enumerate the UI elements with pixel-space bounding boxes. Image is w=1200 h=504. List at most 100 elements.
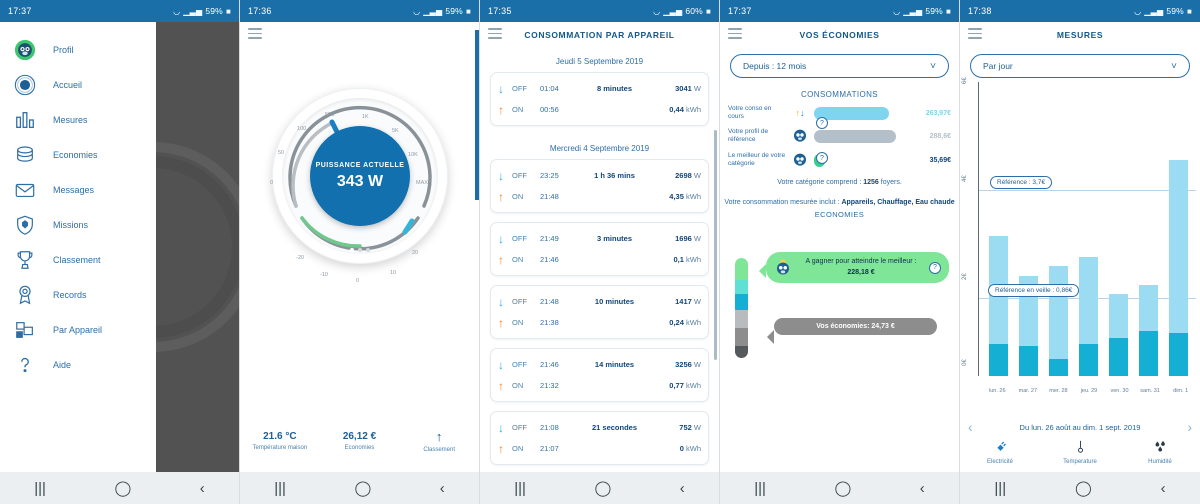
menu-icon[interactable]	[248, 28, 262, 42]
home-button[interactable]: ◯	[594, 481, 611, 496]
sidebar-item-mesures[interactable]: Mesures	[0, 102, 156, 137]
row-label: Votre conso en cours	[728, 105, 772, 121]
recents-button[interactable]: |||	[994, 481, 1006, 496]
sidebar-item-messages[interactable]: Messages	[0, 172, 156, 207]
time-off: 21:48	[540, 297, 559, 306]
sidebar-item-economies[interactable]: Economies	[0, 137, 156, 172]
scrollbar[interactable]	[714, 130, 717, 360]
event-card[interactable]: ↓ OFF 21:46 14 minutes 3256 W ↑ ON 21:32…	[490, 348, 709, 402]
page-dot-2[interactable]	[358, 248, 362, 252]
power-unit: W	[693, 234, 701, 243]
monkey-help-icon[interactable]	[790, 151, 810, 169]
x-axis-labels: lun. 26 mar. 27 mer. 28 jeu. 29 ven. 30 …	[982, 388, 1196, 394]
page-dots[interactable]	[350, 248, 370, 252]
thermo-seg-3	[735, 294, 748, 310]
status-time: 17:36	[248, 6, 272, 16]
gauge-tick-neg10: -10	[320, 272, 328, 278]
energy-unit: kWh	[686, 105, 701, 114]
bar-group[interactable]	[1139, 82, 1159, 376]
back-button[interactable]: ‹	[200, 481, 205, 496]
granularity-select-value: Par jour	[983, 61, 1013, 71]
sidebar-item-label: Records	[53, 289, 87, 300]
back-button[interactable]: ‹	[920, 481, 925, 496]
bar-group[interactable]	[988, 82, 1008, 376]
stat-temperature[interactable]: 21.6 °C Température maison	[240, 431, 320, 451]
home-button[interactable]: ◯	[354, 481, 371, 496]
sidebar-item-profil[interactable]: Profil	[0, 32, 156, 67]
consumption-row-current: Votre conso en cours ↑↓ 263,97€	[728, 105, 951, 121]
power-number: 752	[679, 423, 692, 432]
energy-number: 0,1	[673, 255, 684, 264]
event-card[interactable]: ↓ OFF 21:48 10 minutes 1417 W ↑ ON 21:38…	[490, 285, 709, 339]
status-time: 17:37	[728, 6, 752, 16]
arrow-up-icon: ↑	[498, 102, 504, 117]
inclusion-note: Votre consommation mesurée inclut : Appa…	[720, 198, 959, 209]
sidebar-item-par-appareil[interactable]: Par Appareil	[0, 312, 156, 347]
help-icon-reference[interactable]: ?	[816, 152, 828, 164]
recents-button[interactable]: |||	[274, 481, 286, 496]
wifi-icon: ◡	[413, 6, 421, 16]
x-label: jeu. 29	[1080, 388, 1098, 394]
gauge-center[interactable]: PUISSANCE ACTUELLE 343 W	[310, 126, 410, 252]
bar-group[interactable]	[1078, 82, 1098, 376]
standby-reference-tag: Référence en veille : 0,86€	[988, 284, 1080, 297]
consumption-chart[interactable]: 6€ 4€ 2€ 0€ Référence: 3,7€ Référence e…	[960, 77, 1200, 398]
sidebar-item-missions[interactable]: Missions	[0, 207, 156, 242]
bar-standby	[1048, 359, 1068, 376]
sidebar-item-aide[interactable]: Aide	[0, 347, 156, 382]
sidebar-item-classement[interactable]: Classement	[0, 242, 156, 277]
status-icons: ◡ ▁▃▅ 59% ■	[893, 6, 951, 16]
menu-icon[interactable]	[968, 28, 982, 42]
energy-unit: kWh	[686, 381, 701, 390]
up-down-arrows-icon: ↑↓	[795, 108, 805, 119]
monkey-help-icon[interactable]	[790, 127, 810, 145]
bar-standby	[1169, 333, 1189, 376]
event-card[interactable]: ↓ OFF 01:04 8 minutes 3041 W ↑ ON 00:56 …	[490, 72, 709, 126]
tab-temperature[interactable]: Temperature	[1040, 439, 1120, 465]
period-select[interactable]: Depuis : 12 mois ˅	[730, 54, 949, 78]
gauge-tick-max: MAX	[416, 180, 428, 186]
back-button[interactable]: ‹	[1161, 481, 1166, 496]
category-note-post: foyers.	[878, 179, 902, 187]
sidebar-item-accueil[interactable]: Accueil	[0, 67, 156, 102]
recents-button[interactable]: |||	[514, 481, 526, 496]
menu-icon[interactable]	[488, 28, 502, 42]
stat-label: Température maison	[252, 445, 308, 451]
inclusion-note-pre: Votre consommation mesurée inclut :	[724, 198, 842, 206]
bar-group[interactable]	[1018, 82, 1038, 376]
bar-group[interactable]	[1048, 82, 1068, 376]
bar-group[interactable]	[1169, 82, 1189, 376]
back-button[interactable]: ‹	[440, 481, 445, 496]
home-button[interactable]: ◯	[1075, 481, 1092, 496]
sidebar-item-label: Par Appareil	[53, 324, 103, 335]
tab-electricite[interactable]: Electricité	[960, 439, 1040, 465]
bar-group[interactable]	[1109, 82, 1129, 376]
battery-percent: 60%	[685, 6, 703, 16]
home-button[interactable]: ◯	[114, 481, 131, 496]
help-icon-current[interactable]: ?	[816, 117, 828, 129]
power-gauge[interactable]: 0 50 100 500 1K 5K 10K MAX WATTS -20 -10…	[240, 70, 479, 320]
help-icon-gain[interactable]: ?	[929, 261, 941, 274]
recents-button[interactable]: |||	[754, 481, 766, 496]
back-button[interactable]: ‹	[680, 481, 685, 496]
page-dot-3[interactable]	[366, 248, 370, 252]
stat-economies[interactable]: 26,12 € Economies	[320, 431, 400, 451]
event-card[interactable]: ↓ OFF 21:08 21 secondes 752 W ↑ ON 21:07…	[490, 411, 709, 465]
menu-icon[interactable]	[728, 28, 742, 42]
sidebar-item-records[interactable]: Records	[0, 277, 156, 312]
table-row: ↓ OFF 21:48 10 minutes 1417 W	[498, 291, 701, 312]
tab-humidite[interactable]: Humidité	[1120, 439, 1200, 465]
home-button[interactable]: ◯	[834, 481, 851, 496]
y-tick-2: 2€	[962, 273, 968, 280]
date-header: Jeudi 5 Septembre 2019	[555, 57, 644, 66]
recents-button[interactable]: |||	[34, 481, 46, 496]
stat-classement[interactable]: ↑ Classement	[399, 429, 479, 453]
event-card[interactable]: ↓ OFF 21:49 3 minutes 1696 W ↑ ON 21:46 …	[490, 222, 709, 276]
gauge-tick-1k: 1K	[362, 114, 369, 120]
page-dot-1[interactable]	[350, 248, 354, 252]
app-header	[240, 22, 479, 48]
granularity-select[interactable]: Par jour ˅	[970, 54, 1190, 78]
android-nav-bar: ||| ◯ ‹	[480, 472, 719, 504]
bar-active	[1169, 160, 1189, 333]
event-card[interactable]: ↓ OFF 23:25 1 h 36 mins 2698 W ↑ ON 21:4…	[490, 159, 709, 213]
